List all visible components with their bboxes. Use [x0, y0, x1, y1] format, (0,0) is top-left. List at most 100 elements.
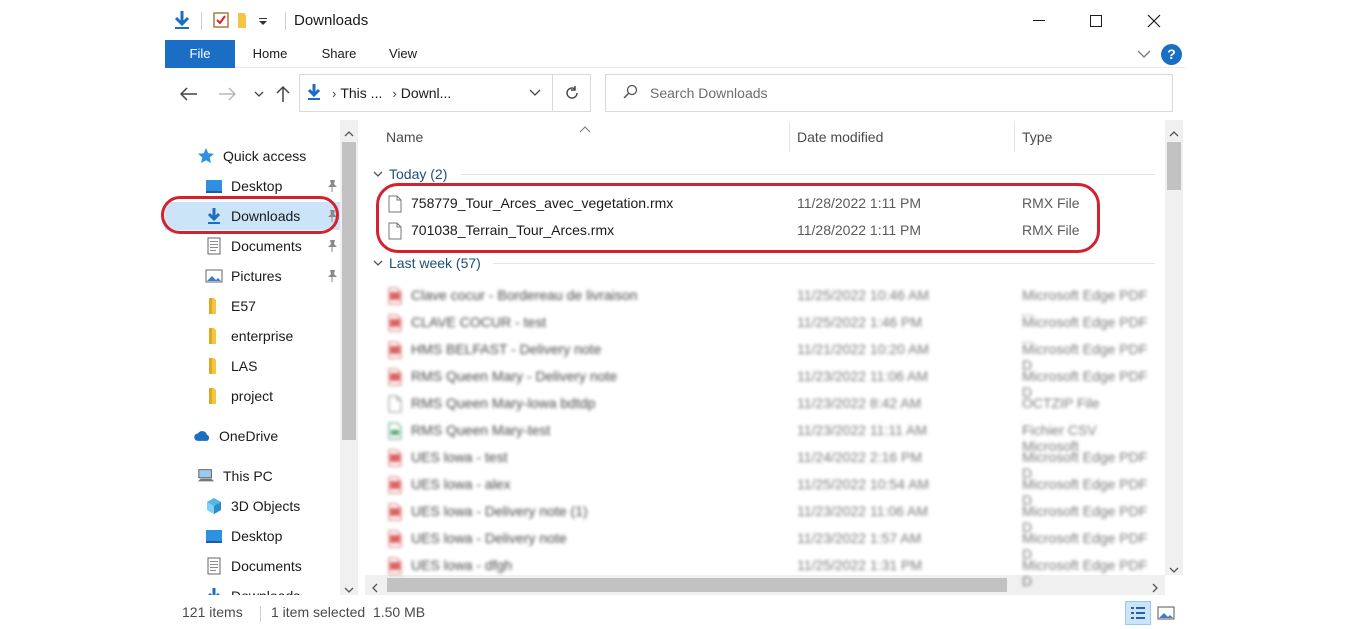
- chevron-down-icon[interactable]: [373, 259, 383, 267]
- download-arrow-icon: [306, 83, 322, 104]
- table-row[interactable]: UES lowa - test 11/24/2022 2:16 PM Microso…: [383, 445, 1155, 481]
- table-row[interactable]: 701038_Terrain_Tour_Arces.rmx 11/28/2022 …: [383, 218, 1155, 244]
- sidebar-item-this-pc[interactable]: This PC: [165, 462, 340, 490]
- sidebar-item-onedrive[interactable]: OneDrive: [165, 422, 340, 450]
- pdf-icon: [388, 503, 402, 524]
- file-name: 758779_Tour_Arces_avec_vegetation.rmx: [411, 195, 674, 211]
- sidebar-item-label: Downloads: [231, 588, 300, 595]
- column-divider[interactable]: [789, 122, 790, 152]
- sidebar-item-pictures[interactable]: Pictures: [165, 262, 340, 290]
- table-row[interactable]: HMS BELFAST - Delivery note 11/21/2022 10…: [383, 337, 1155, 373]
- column-type[interactable]: Type: [1022, 120, 1052, 154]
- breadcrumb-downloads[interactable]: Downl...: [401, 85, 452, 101]
- scroll-up-icon[interactable]: [1169, 125, 1179, 141]
- expand-ribbon-icon[interactable]: [1137, 46, 1151, 62]
- sidebar-item-enterprise[interactable]: enterprise: [165, 322, 340, 350]
- details-view-button[interactable]: [1125, 601, 1151, 625]
- sidebar-item-quick-access[interactable]: Quick access: [165, 142, 340, 170]
- sidebar-item-label: LAS: [231, 358, 258, 374]
- address-bar[interactable]: › This ... › Downl...: [299, 74, 553, 112]
- search-input[interactable]: Search Downloads: [605, 74, 1173, 112]
- scroll-down-icon[interactable]: [1169, 561, 1179, 577]
- group-header[interactable]: Last week (57): [373, 252, 481, 274]
- table-row[interactable]: RMS Queen Mary-lowa bdtdp 11/23/2022 8:42…: [383, 391, 1155, 417]
- nav-scroll-thumb[interactable]: [342, 142, 356, 440]
- chevron-right-icon[interactable]: ›: [392, 86, 396, 101]
- column-name[interactable]: Name: [386, 120, 423, 154]
- table-row[interactable]: UES lowa - Delivery note 11/23/2022 1:57 …: [383, 526, 1155, 562]
- chevron-right-icon[interactable]: ›: [332, 86, 336, 101]
- pin-icon[interactable]: [326, 179, 338, 196]
- forward-button[interactable]: [215, 82, 239, 106]
- tab-share[interactable]: Share: [311, 40, 367, 68]
- new-folder-icon[interactable]: [236, 11, 252, 32]
- file-icon: [388, 222, 402, 243]
- sidebar-item-downloads[interactable]: Downloads: [165, 582, 340, 595]
- file-list: Name Date modified Type Today (2) 758779_…: [365, 120, 1185, 595]
- list-vertical-scrollbar[interactable]: [1165, 120, 1183, 575]
- tab-file[interactable]: File: [165, 40, 235, 68]
- group-divider: [493, 263, 1155, 264]
- sidebar-item-label: enterprise: [231, 328, 294, 344]
- group-header[interactable]: Today (2): [373, 163, 447, 185]
- scroll-down-icon[interactable]: [344, 581, 354, 595]
- sidebar-item-documents[interactable]: Documents: [165, 232, 340, 260]
- table-row[interactable]: CLAVE COCUR - test 11/25/2022 1:46 PM Micr…: [383, 310, 1155, 346]
- group-label: Today (2): [389, 166, 448, 182]
- table-row[interactable]: 758779_Tour_Arces_avec_vegetation.rmx 11/…: [383, 191, 1155, 217]
- download-arrow-icon[interactable]: [173, 10, 191, 33]
- sidebar-item-desktop[interactable]: Desktop: [165, 172, 340, 200]
- table-row[interactable]: UES lowa - dfgh 11/25/2022 1:31 PM Microso…: [383, 553, 1155, 589]
- pdf-icon: [388, 449, 402, 470]
- file-date: 11/23/2022 8:42 AM: [797, 395, 922, 411]
- column-divider[interactable]: [1014, 122, 1015, 152]
- recent-locations-button[interactable]: [247, 82, 271, 106]
- up-button[interactable]: [271, 82, 295, 106]
- chevron-down-icon[interactable]: [373, 170, 383, 178]
- minimize-button[interactable]: [1016, 4, 1062, 38]
- file-icon: [388, 195, 402, 216]
- close-button[interactable]: [1131, 4, 1177, 38]
- sidebar-item-project[interactable]: project: [165, 382, 340, 410]
- refresh-button[interactable]: [553, 74, 591, 112]
- sidebar-item-desktop[interactable]: Desktop: [165, 522, 340, 550]
- breadcrumb-this-pc[interactable]: This ...: [340, 85, 382, 101]
- navigation-bar: › This ... › Downl... Search Downloads: [165, 68, 1185, 118]
- pin-icon[interactable]: [326, 269, 338, 286]
- pdf-icon: [388, 557, 402, 578]
- tab-view[interactable]: View: [377, 40, 429, 68]
- tab-home[interactable]: Home: [241, 40, 299, 68]
- pin-icon[interactable]: [326, 209, 338, 226]
- list-scroll-thumb[interactable]: [1167, 142, 1181, 190]
- nav-scrollbar[interactable]: [340, 120, 358, 595]
- help-button[interactable]: ?: [1161, 44, 1182, 65]
- sidebar-item-downloads[interactable]: Downloads: [165, 202, 340, 230]
- table-row[interactable]: UES lowa - Delivery note (1) 11/23/2022 1…: [383, 499, 1155, 535]
- pin-icon[interactable]: [326, 239, 338, 256]
- sidebar-item-e57[interactable]: E57: [165, 292, 340, 320]
- sidebar-item-documents[interactable]: Documents: [165, 552, 340, 580]
- cloud-icon: [193, 427, 211, 445]
- properties-icon[interactable]: [212, 11, 230, 32]
- table-row[interactable]: UES lowa - alex 11/25/2022 10:54 AM Micros…: [383, 472, 1155, 508]
- table-row[interactable]: Clave cocur - Bordereau de livraison 11/2…: [383, 283, 1155, 319]
- customize-toolbar-icon[interactable]: [258, 13, 268, 29]
- maximize-button[interactable]: [1073, 4, 1119, 38]
- documents-icon: [205, 557, 223, 575]
- scroll-left-icon[interactable]: [371, 580, 379, 595]
- table-row[interactable]: RMS Queen Mary-test 11/23/2022 11:11 AM Fi…: [383, 418, 1155, 454]
- large-icons-view-button[interactable]: [1153, 601, 1179, 625]
- chevron-down-icon[interactable]: [528, 86, 542, 103]
- folder-icon: [205, 327, 223, 345]
- table-row[interactable]: RMS Queen Mary - Delivery note 11/23/2022…: [383, 364, 1155, 400]
- file-date: 11/24/2022 2:16 PM: [797, 449, 923, 465]
- sidebar-item-label: OneDrive: [219, 428, 279, 444]
- list-hscroll-thumb[interactable]: [387, 578, 1007, 592]
- folder-icon: [205, 297, 223, 315]
- column-date-modified[interactable]: Date modified: [797, 120, 883, 154]
- sidebar-item-las[interactable]: LAS: [165, 352, 340, 380]
- file-date: 11/25/2022 10:54 AM: [797, 476, 930, 492]
- sidebar-item-3d-objects[interactable]: 3D Objects: [165, 492, 340, 520]
- back-button[interactable]: [177, 82, 201, 106]
- scroll-up-icon[interactable]: [344, 125, 354, 141]
